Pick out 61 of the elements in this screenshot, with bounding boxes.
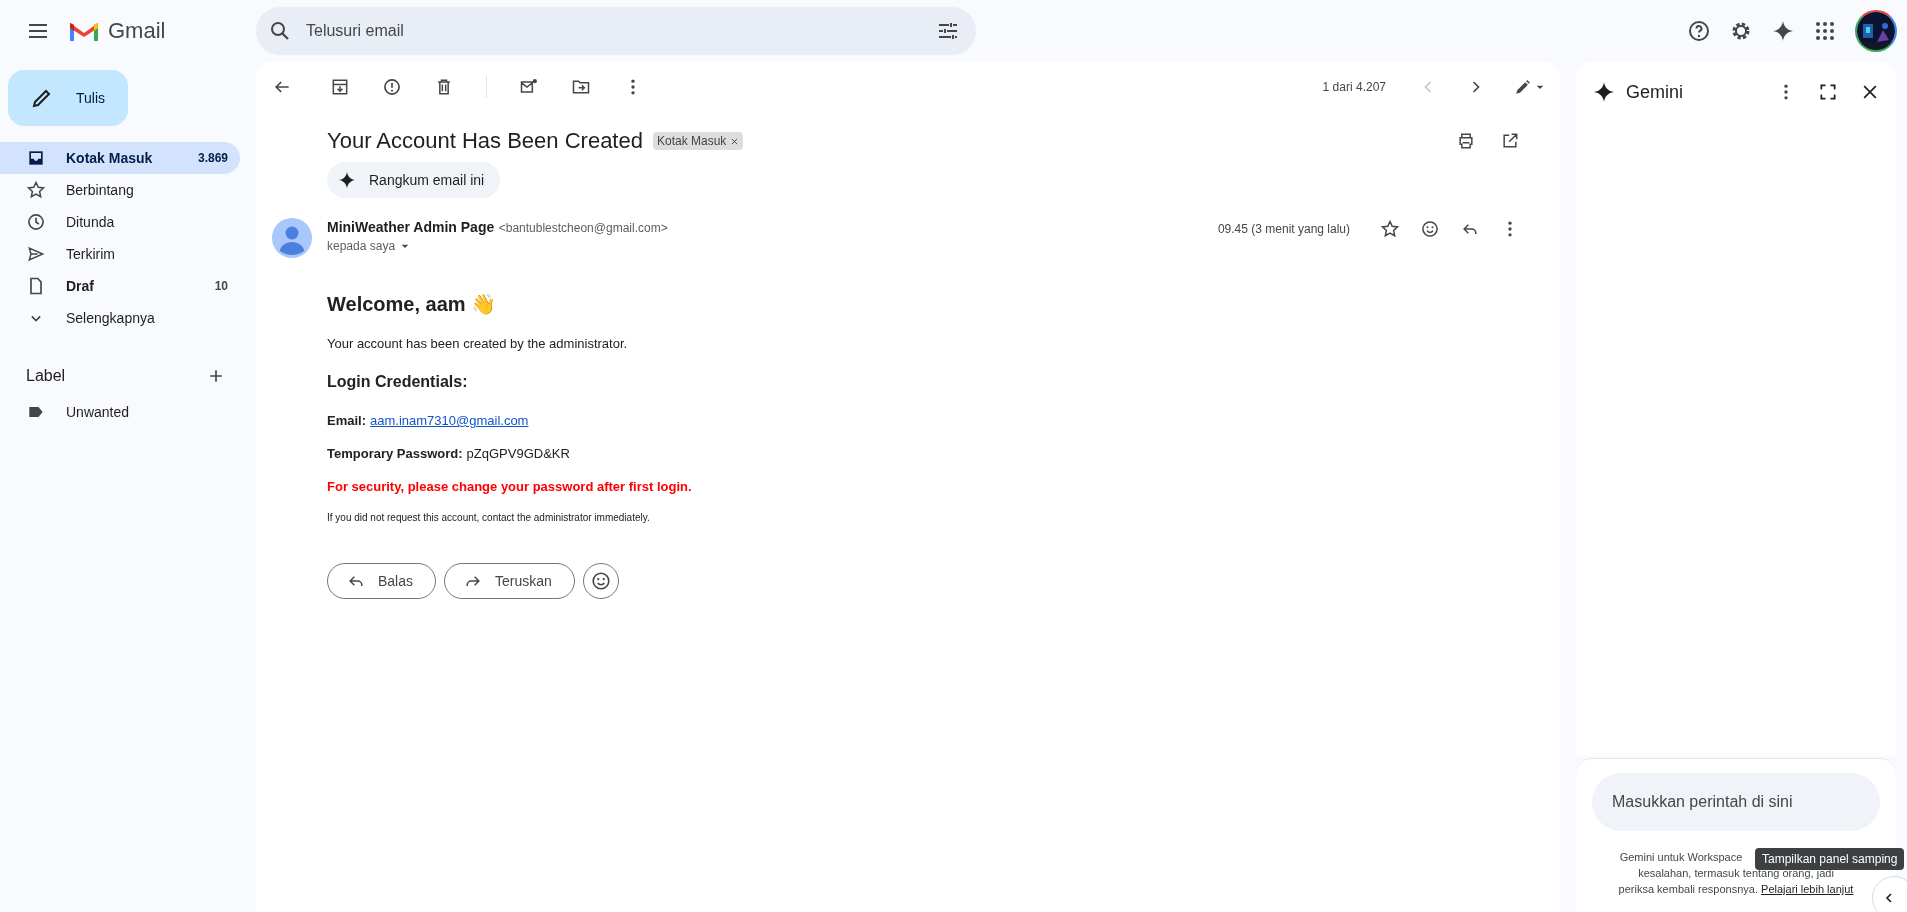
sparkle-icon: [337, 170, 357, 190]
report-spam-icon[interactable]: [382, 77, 402, 97]
search-field[interactable]: Telusuri email: [304, 21, 924, 41]
sidebar-item[interactable]: Berbintang: [0, 174, 240, 206]
expand-icon[interactable]: [1818, 82, 1838, 102]
section-heading: Login Credentials:: [327, 373, 469, 391]
sidebar-item[interactable]: Ditunda: [0, 206, 240, 238]
item-count: 3.869: [197, 151, 228, 165]
message-counter: 1 dari 4.207: [1322, 80, 1386, 94]
learn-more-link[interactable]: Pelajari lebih lanjut: [1761, 883, 1854, 895]
send-icon: [26, 244, 46, 264]
help-icon[interactable]: [1687, 19, 1711, 43]
emoji-icon[interactable]: [1420, 219, 1440, 239]
pen-icon: [1514, 78, 1532, 96]
open-in-new-window-icon[interactable]: [1500, 131, 1520, 151]
disclaimer-text: Gemini untuk Workspace: [1619, 851, 1743, 863]
sender-avatar: [272, 218, 312, 258]
summarize-button[interactable]: Rangkum email ini: [327, 162, 501, 198]
print-icon[interactable]: [1456, 131, 1476, 151]
move-to-folder-icon[interactable]: [571, 77, 591, 97]
note-text: If you did not request this account, contact the administrator immediately.: [327, 512, 651, 523]
field-label: Email:: [327, 413, 366, 428]
sender-name: MiniWeather Admin Page: [327, 219, 495, 235]
remove-label-button[interactable]: [730, 136, 740, 146]
close-icon: [730, 136, 740, 146]
tooltip: Tampilkan panel samping: [1755, 848, 1905, 870]
labels-heading: Label: [26, 367, 66, 385]
star-icon: [26, 180, 46, 200]
prompt-field[interactable]: Masukkan perintah di sini: [1592, 773, 1880, 831]
inbox-icon: [26, 148, 46, 168]
email-link[interactable]: aam.inam7310@gmail.com: [370, 413, 529, 428]
field-label: Temporary Password:: [327, 446, 463, 461]
apps-grid-icon[interactable]: [1813, 19, 1837, 43]
sender-address: <bantublestcheon@gmail.com>: [498, 221, 668, 235]
sidebar-item[interactable]: Selengkapnya: [0, 302, 240, 334]
emoji-icon: [589, 570, 612, 592]
disclaimer-text: periksa kembali responsnya.: [1618, 883, 1758, 895]
archive-icon[interactable]: [330, 77, 350, 97]
recipient-dropdown[interactable]: kepada saya: [327, 238, 414, 254]
clock-icon: [26, 212, 46, 232]
star-icon[interactable]: [1380, 219, 1400, 239]
compose-button[interactable]: Tulis: [8, 70, 128, 126]
panel-title: Gemini: [1626, 81, 1684, 103]
email-subject: Your Account Has Been Created: [327, 128, 643, 154]
forward-button[interactable]: Teruskan: [444, 563, 575, 599]
sidebar-item[interactable]: Terkirim: [0, 238, 240, 270]
label-item[interactable]: Unwanted: [0, 396, 240, 428]
warning-text: For security, please change your password after first login.: [327, 479, 693, 494]
sidebar-item[interactable]: Draf 10: [0, 270, 240, 302]
email-time: 09.45 (3 menit yang lalu): [1217, 222, 1350, 236]
emoji-button[interactable]: [582, 563, 619, 599]
field-value: pZqGPV9GD&KR: [466, 446, 570, 461]
logo-text: Gmail: [108, 18, 166, 44]
reply-button[interactable]: Balas: [327, 563, 437, 599]
account-avatar[interactable]: [1855, 10, 1897, 52]
greeting-heading: Welcome, aam 👋: [327, 292, 498, 316]
label-chip: Kotak Masuk: [652, 132, 744, 150]
body-text: Your account has been created by the administrator.: [327, 336, 629, 351]
search-bar[interactable]: Telusuri email: [256, 7, 976, 55]
item-count: 10: [214, 279, 228, 293]
sidebar-item[interactable]: Kotak Masuk 3.869: [0, 142, 240, 174]
